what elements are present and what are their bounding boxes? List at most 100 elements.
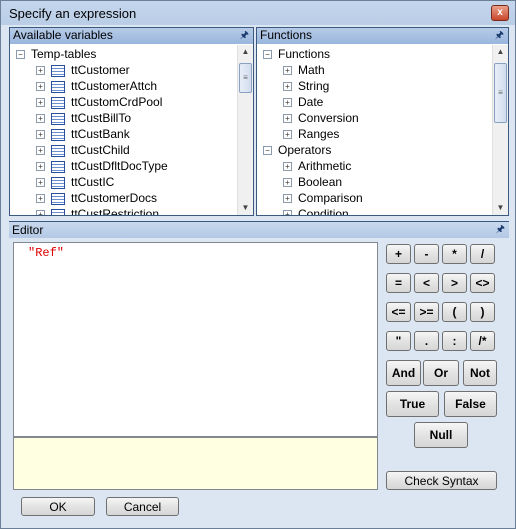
operator-button[interactable]: /: [470, 244, 495, 264]
operator-button[interactable]: *: [442, 244, 467, 264]
operator-button[interactable]: >=: [414, 302, 439, 322]
expand-icon[interactable]: +: [36, 130, 45, 140]
operator-button[interactable]: <>: [470, 273, 495, 293]
expand-icon[interactable]: +: [283, 178, 292, 188]
operator-button[interactable]: <=: [386, 302, 411, 322]
tree-node-table[interactable]: + ttCustChild: [36, 142, 130, 158]
operator-button[interactable]: >: [442, 273, 467, 293]
available-variables-panel: Available variables 🖈︎ − Temp-tables + ttCus…: [9, 27, 254, 216]
collapse-icon[interactable]: −: [16, 50, 25, 60]
expand-icon[interactable]: +: [283, 114, 292, 124]
false-button[interactable]: False: [444, 391, 497, 417]
null-button[interactable]: Null: [414, 422, 468, 448]
scrollbar[interactable]: ▲ ≡ ▼: [237, 45, 253, 215]
pin-icon[interactable]: 🖈︎: [496, 222, 505, 238]
tree-node-table[interactable]: + ttCustomerAttch: [36, 78, 157, 94]
operator-button[interactable]: (: [442, 302, 467, 322]
expand-icon[interactable]: +: [36, 66, 45, 76]
check-syntax-button[interactable]: Check Syntax: [386, 471, 497, 490]
tree-node-group[interactable]: − Operators: [263, 142, 331, 158]
table-icon: [51, 144, 65, 157]
scroll-down-icon[interactable]: ▼: [238, 201, 253, 215]
tree-node-category[interactable]: + Condition: [283, 206, 349, 215]
editor-header: Editor 🖈︎: [9, 221, 509, 238]
operator-button[interactable]: ): [470, 302, 495, 322]
operator-button[interactable]: .: [414, 331, 439, 351]
node-label: ttCustBank: [71, 127, 130, 141]
operator-button[interactable]: =: [386, 273, 411, 293]
tree-node-category[interactable]: + String: [283, 78, 329, 94]
expand-icon[interactable]: +: [36, 162, 45, 172]
operator-button[interactable]: <: [414, 273, 439, 293]
operator-button[interactable]: /*: [470, 331, 495, 351]
tree-node-group[interactable]: − Functions: [263, 46, 330, 62]
tree-node-table[interactable]: + ttCustomer: [36, 62, 130, 78]
tree-node-category[interactable]: + Comparison: [283, 190, 363, 206]
tree-node-temp-tables[interactable]: − Temp-tables: [16, 46, 96, 62]
operator-button[interactable]: ": [386, 331, 411, 351]
tree-node-table[interactable]: + ttCustBank: [36, 126, 130, 142]
table-icon: [51, 64, 65, 77]
operator-button[interactable]: +: [386, 244, 411, 264]
tree-node-table[interactable]: + ttCustBillTo: [36, 110, 131, 126]
not-button[interactable]: Not: [463, 360, 497, 386]
expand-icon[interactable]: +: [283, 66, 292, 76]
expand-icon[interactable]: +: [36, 98, 45, 108]
expand-icon[interactable]: +: [36, 178, 45, 188]
expand-icon[interactable]: +: [36, 146, 45, 156]
tree-node-category[interactable]: + Math: [283, 62, 325, 78]
node-label: String: [298, 79, 330, 93]
true-button[interactable]: True: [386, 391, 439, 417]
expand-icon[interactable]: +: [36, 82, 45, 92]
node-label: Condition: [298, 207, 349, 215]
functions-tree[interactable]: − Functions + Math + String + Date + Conversion + R…: [257, 45, 492, 215]
expand-icon[interactable]: +: [283, 82, 292, 92]
tree-node-table[interactable]: + ttCustDfltDocType: [36, 158, 168, 174]
pin-icon[interactable]: 🖈︎: [495, 28, 504, 43]
operator-button[interactable]: -: [414, 244, 439, 264]
expression-text: "Ref": [28, 246, 65, 260]
variables-tree[interactable]: − Temp-tables + ttCustomer + ttCustomerAttch +…: [10, 45, 237, 215]
expression-editor[interactable]: "Ref": [13, 242, 378, 437]
close-icon[interactable]: x: [491, 5, 509, 21]
tree-node-table[interactable]: + ttCustIC: [36, 174, 114, 190]
scroll-up-icon[interactable]: ▲: [493, 45, 508, 59]
tree-node-table[interactable]: + ttCustRestriction: [36, 206, 159, 215]
tree-node-category[interactable]: + Arithmetic: [283, 158, 351, 174]
tree-node-category[interactable]: + Conversion: [283, 110, 359, 126]
node-label: Operators: [278, 143, 332, 157]
scroll-up-icon[interactable]: ▲: [238, 45, 253, 59]
tree-node-category[interactable]: + Date: [283, 94, 323, 110]
expand-icon[interactable]: +: [36, 194, 45, 204]
scroll-thumb[interactable]: ≡: [239, 63, 252, 93]
and-button[interactable]: And: [386, 360, 421, 386]
expand-icon[interactable]: +: [283, 98, 292, 108]
expand-icon[interactable]: +: [283, 130, 292, 140]
expand-icon[interactable]: +: [36, 114, 45, 124]
table-icon: [51, 208, 65, 215]
editor-title: Editor: [12, 223, 44, 237]
operator-button[interactable]: :: [442, 331, 467, 351]
tree-node-category[interactable]: + Ranges: [283, 126, 339, 142]
node-label: Arithmetic: [298, 159, 352, 173]
tree-node-table[interactable]: + ttCustomCrdPool: [36, 94, 162, 110]
node-label: Comparison: [298, 191, 363, 205]
expand-icon[interactable]: +: [283, 162, 292, 172]
tree-node-category[interactable]: + Boolean: [283, 174, 342, 190]
table-icon: [51, 176, 65, 189]
tree-node-table[interactable]: + ttCustomerDocs: [36, 190, 157, 206]
or-button[interactable]: Or: [423, 360, 459, 386]
collapse-icon[interactable]: −: [263, 50, 272, 60]
pin-icon[interactable]: 🖈︎: [240, 28, 249, 43]
ok-button[interactable]: OK: [21, 497, 95, 516]
scrollbar[interactable]: ▲ ≡ ▼: [492, 45, 508, 215]
expand-icon[interactable]: +: [36, 210, 45, 215]
collapse-icon[interactable]: −: [263, 146, 272, 156]
window-title: Specify an expression: [9, 6, 137, 21]
scroll-thumb[interactable]: ≡: [494, 63, 507, 123]
cancel-button[interactable]: Cancel: [106, 497, 179, 516]
scroll-down-icon[interactable]: ▼: [493, 201, 508, 215]
expand-icon[interactable]: +: [283, 194, 292, 204]
expand-icon[interactable]: +: [283, 210, 292, 215]
functions-panel: Functions 🖈︎ − Functions + Math + String + Date +…: [256, 27, 509, 216]
